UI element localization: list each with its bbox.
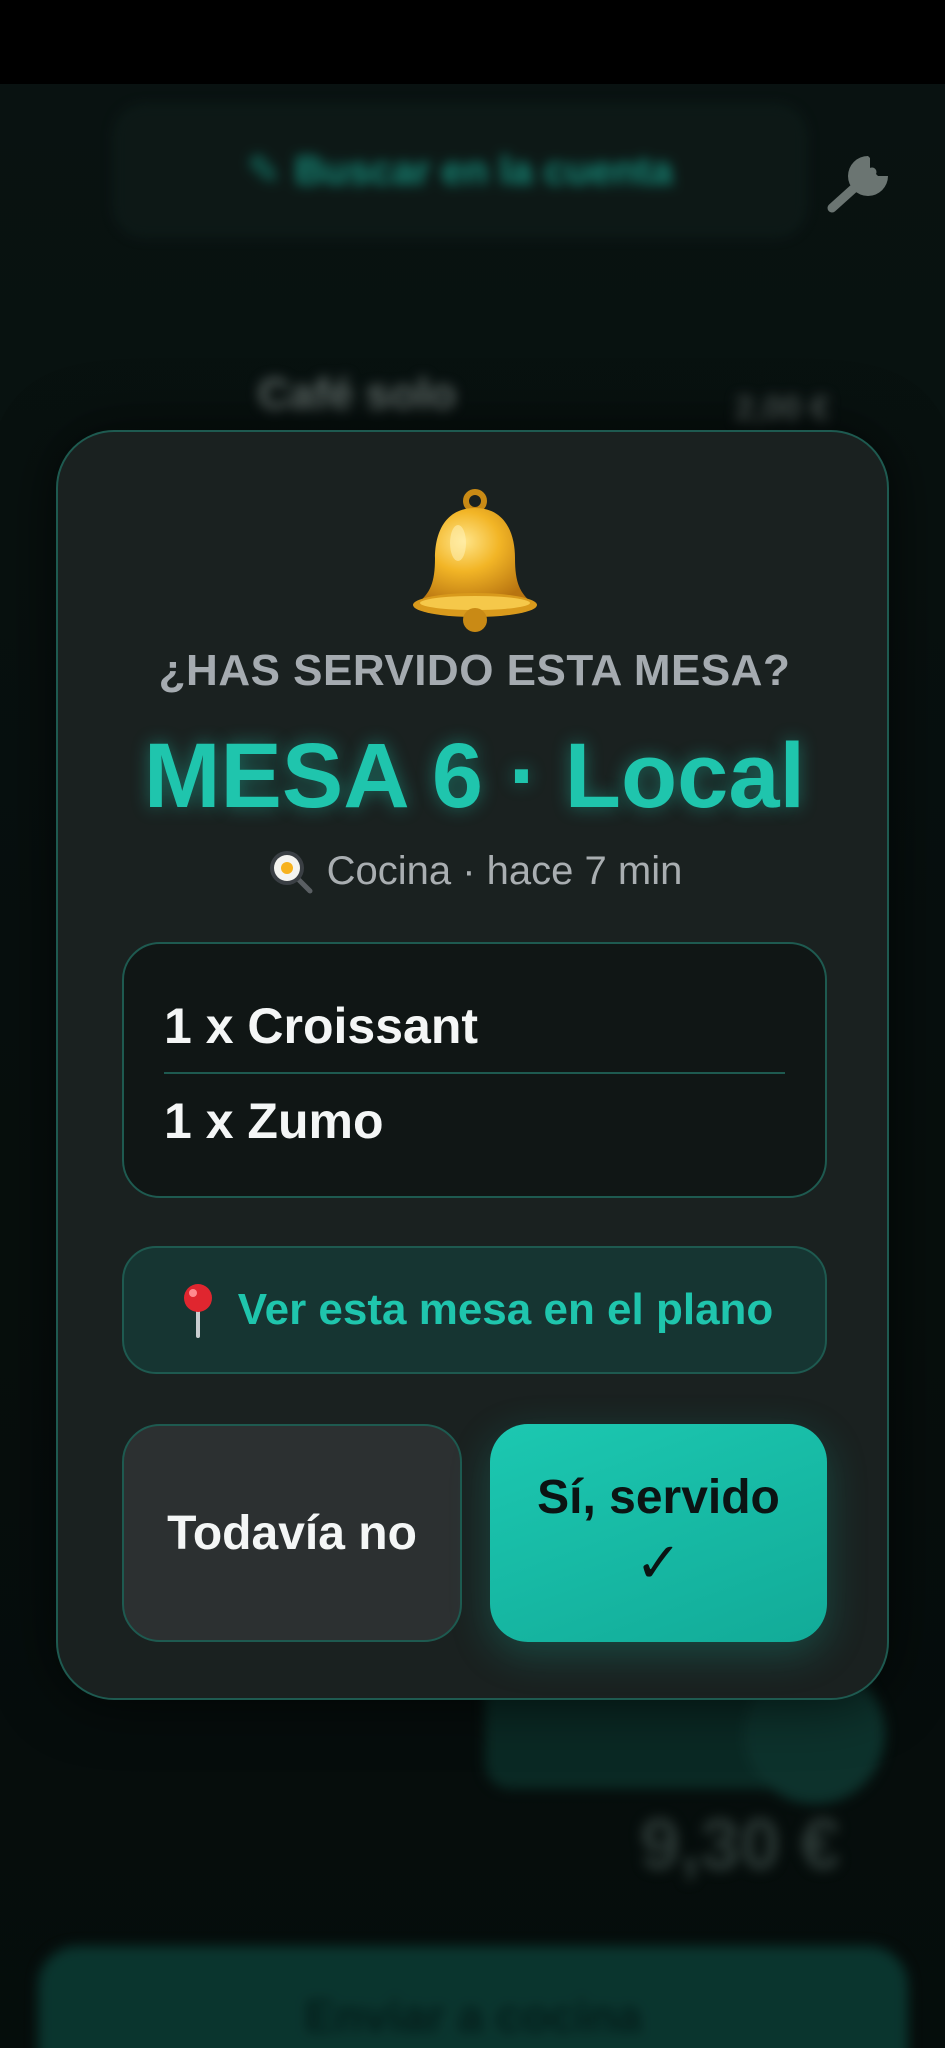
pushpin-icon [183, 1284, 212, 1338]
served-confirmation-dialog: ¿HAS SERVIDO ESTA MESA? MESA 6 · Local C… [56, 430, 889, 1700]
not-yet-button[interactable]: Todavía no [122, 1424, 462, 1642]
order-meta: Cocina · hace 7 min [58, 848, 891, 894]
order-items-list: 1 x Croissant 1 x Zumo [122, 942, 827, 1198]
check-icon: ✓ [635, 1531, 682, 1594]
table-title: MESA 6 · Local [143, 725, 806, 827]
list-item: 1 x Zumo [164, 1093, 384, 1149]
view-table-on-map-label: Ver esta mesa en el plano [237, 1285, 774, 1334]
order-meta-text: Cocina · hace 7 min [326, 848, 683, 893]
screen: ✎ Buscar en la cuenta Café solo 2,00 € 9… [0, 0, 945, 2048]
dialog-question: ¿HAS SERVIDO ESTA MESA? [158, 646, 791, 695]
wrench-icon [827, 156, 888, 213]
status-bar [0, 0, 945, 84]
bell-icon [58, 488, 891, 638]
list-item: 1 x Croissant [164, 980, 785, 1074]
yes-served-button[interactable]: Sí, servido ✓ [490, 1424, 827, 1642]
view-table-on-map-button[interactable]: Ver esta mesa en el plano [122, 1246, 827, 1374]
fried-egg-pan-icon [269, 851, 313, 894]
yes-served-label: Sí, servido [537, 1471, 780, 1524]
not-yet-label: Todavía no [167, 1506, 417, 1560]
